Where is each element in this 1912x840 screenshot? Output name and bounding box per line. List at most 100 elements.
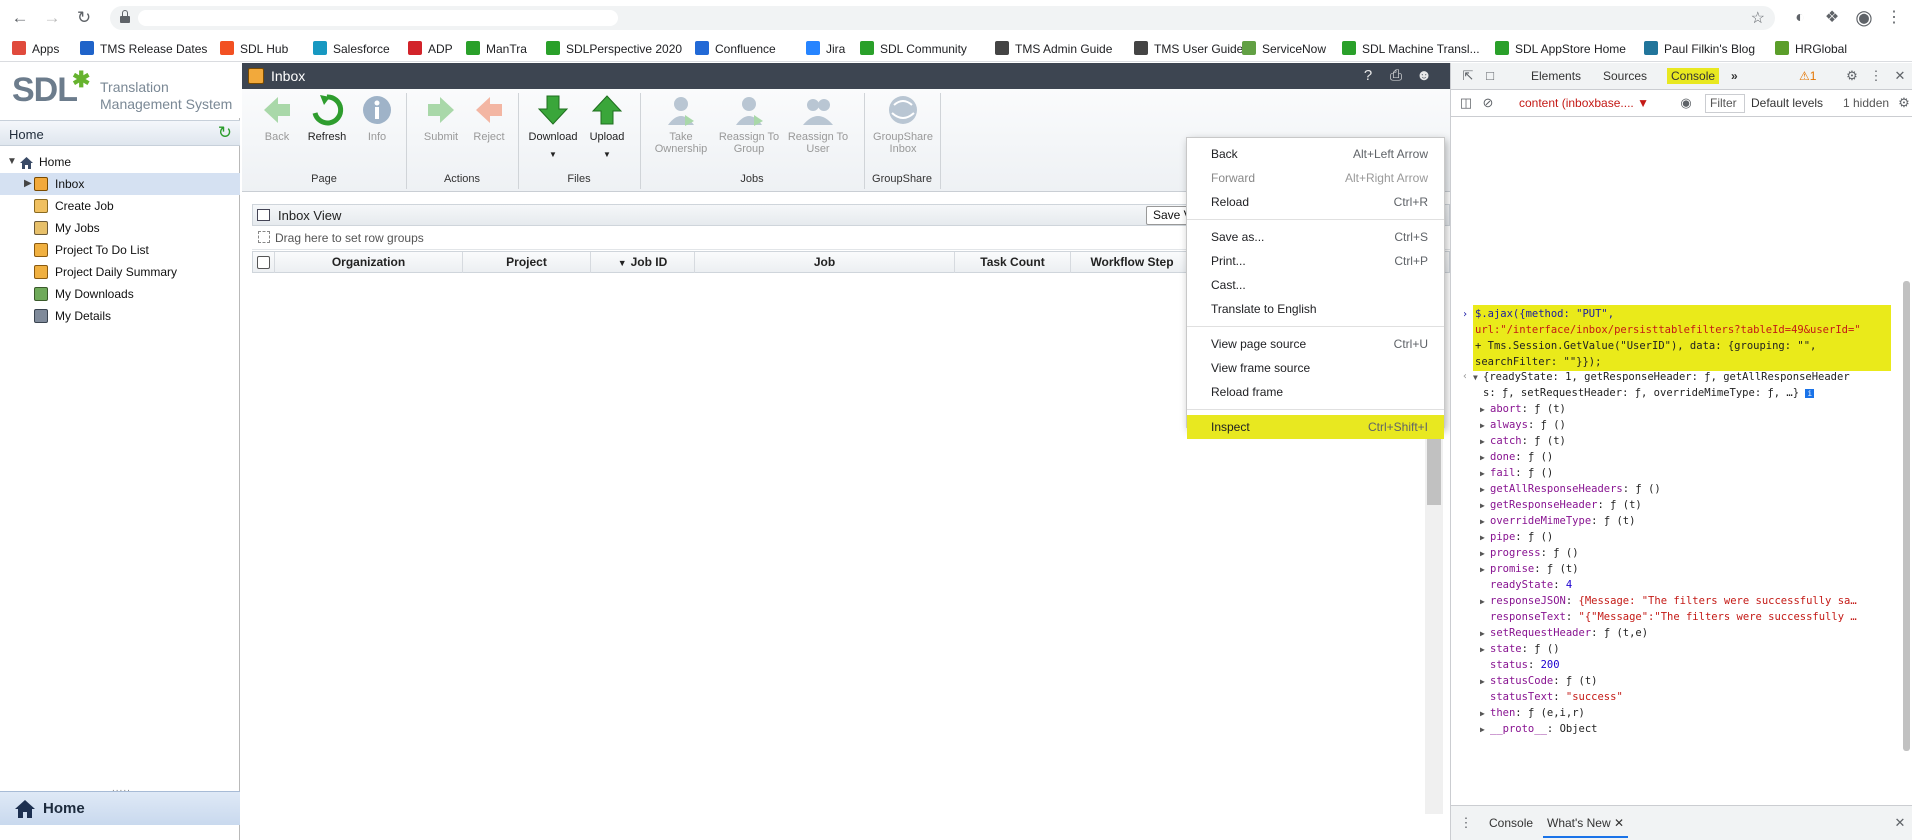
device-toolbar-icon[interactable]: □	[1481, 67, 1499, 85]
sidebar-toggle-icon[interactable]: ◫	[1457, 94, 1475, 112]
bookmark-item[interactable]: SDLPerspective 2020	[546, 40, 682, 58]
bookmark-item[interactable]: ManTra	[466, 40, 527, 58]
column-job[interactable]: Job	[695, 252, 955, 273]
bookmark-item[interactable]: TMS User Guide	[1134, 40, 1243, 58]
reassign-to-group-button[interactable]: Reassign To Group	[716, 93, 782, 163]
close-devtools-icon[interactable]: ✕	[1891, 67, 1909, 85]
menu-item-save-as[interactable]: Save as... Ctrl+S	[1187, 225, 1444, 249]
drawer-tab-whats-new[interactable]: What's New ✕	[1543, 816, 1629, 838]
bookmark-item[interactable]: TMS Admin Guide	[995, 40, 1112, 58]
console-property-row[interactable]: ▶ state: ƒ ()	[1480, 641, 1560, 658]
bookmark-item[interactable]: Jira	[806, 40, 845, 58]
console-property-row[interactable]: ▶ catch: ƒ (t)	[1480, 433, 1566, 450]
console-scrollbar[interactable]	[1901, 181, 1911, 832]
context-selector[interactable]: content (inboxbase.... ▼	[1519, 96, 1649, 110]
drawer-menu-icon[interactable]: ⋮	[1457, 814, 1475, 832]
reload-icon[interactable]: ↻	[74, 8, 94, 28]
menu-item-forward[interactable]: Forward Alt+Right Arrow	[1187, 166, 1444, 190]
column-job-id[interactable]: ▼ Job ID	[591, 252, 695, 273]
menu-item-translate[interactable]: Translate to English	[1187, 297, 1444, 321]
user-icon[interactable]: ☻	[1415, 67, 1433, 85]
console-property-row[interactable]: ▶ fail: ƒ ()	[1480, 465, 1553, 482]
address-bar[interactable]: ☆	[110, 6, 1775, 30]
help-icon[interactable]: ?	[1359, 67, 1377, 85]
reassign-to-user-button[interactable]: Reassign To User	[786, 93, 850, 163]
console-property-row[interactable]: ▶ responseJSON: {Message: "The filters we…	[1480, 593, 1857, 610]
bookmark-item[interactable]: TMS Release Dates	[80, 40, 207, 58]
bookmark-item[interactable]: ADP	[408, 40, 453, 58]
back-arrow-icon[interactable]: ←	[10, 8, 30, 28]
menu-item-inspect[interactable]: Inspect Ctrl+Shift+I	[1187, 415, 1444, 439]
tab-sources[interactable]: Sources	[1603, 69, 1647, 83]
console-property-row[interactable]: ▶ abort: ƒ (t)	[1480, 401, 1566, 418]
console-property-row[interactable]: ▶ statusCode: ƒ (t)	[1480, 673, 1597, 690]
bookmark-item[interactable]: Apps	[12, 40, 59, 58]
kebab-menu-icon[interactable]: ⋮	[1867, 67, 1885, 85]
forward-arrow-icon[interactable]: →	[42, 8, 62, 28]
bookmark-item[interactable]: ServiceNow	[1242, 40, 1326, 58]
bookmark-item[interactable]: SDL AppStore Home	[1495, 40, 1626, 58]
eye-icon[interactable]: ◉	[1677, 94, 1695, 112]
console-settings-icon[interactable]: ⚙	[1895, 94, 1912, 112]
menu-item-reload-frame[interactable]: Reload frame	[1187, 380, 1444, 404]
bookmark-item[interactable]: Paul Filkin's Blog	[1644, 40, 1755, 58]
console-filter-input[interactable]: Filter	[1705, 94, 1745, 113]
extension-icon[interactable]: ◐	[1790, 8, 1810, 28]
console-property-row[interactable]: ▶ getAllResponseHeaders: ƒ ()	[1480, 481, 1661, 498]
console-property-row[interactable]: ▶ getResponseHeader: ƒ (t)	[1480, 497, 1642, 514]
console-property-row[interactable]: ▶ progress: ƒ ()	[1480, 545, 1579, 562]
result-summary[interactable]: ▼ {readyState: 1, getResponseHeader: ƒ, g…	[1473, 369, 1850, 386]
bookmark-item[interactable]: Confluence	[695, 40, 776, 58]
tree-root-home[interactable]: ▼ Home	[0, 151, 240, 173]
tab-elements[interactable]: Elements	[1531, 69, 1581, 83]
upload-button[interactable]: Upload ▼	[578, 93, 636, 163]
console-property-row[interactable]: ▶ setRequestHeader: ƒ (t,e)	[1480, 625, 1648, 642]
menu-item-cast[interactable]: Cast...	[1187, 273, 1444, 297]
close-drawer-icon[interactable]: ✕	[1891, 814, 1909, 832]
console-property-row[interactable]: ▶ pipe: ƒ ()	[1480, 529, 1553, 546]
column-workflow-step[interactable]: Workflow Step	[1071, 252, 1193, 273]
bookmark-item[interactable]: HRGlobal	[1775, 40, 1847, 58]
column-organization[interactable]: Organization	[275, 252, 463, 273]
clear-console-icon[interactable]: ⊘	[1479, 94, 1497, 112]
groupshare-inbox-button[interactable]: GroupShare Inbox	[870, 93, 936, 163]
bookmark-item[interactable]: SDL Hub	[220, 40, 288, 58]
column-task-count[interactable]: Task Count	[955, 252, 1071, 273]
bookmark-item[interactable]: SDL Community	[860, 40, 967, 58]
take-ownership-button[interactable]: Take Ownership	[650, 93, 712, 163]
console-property-row[interactable]: ▶ then: ƒ (e,i,r)	[1480, 705, 1585, 722]
console-property-row[interactable]: ▶ promise: ƒ (t)	[1480, 561, 1579, 578]
console-property-row[interactable]: ▶ overrideMimeType: ƒ (t)	[1480, 513, 1635, 530]
info-button[interactable]: Info	[348, 93, 406, 163]
bookmark-item[interactable]: SDL Machine Transl...	[1342, 40, 1480, 58]
tab-console[interactable]: Console	[1667, 68, 1720, 84]
refresh-tree-icon[interactable]: ↻	[218, 123, 232, 143]
menu-item-print[interactable]: Print... Ctrl+P	[1187, 249, 1444, 273]
chrome-menu-icon[interactable]: ⋮	[1884, 8, 1904, 28]
profile-avatar-icon[interactable]: ◉	[1854, 8, 1874, 28]
sidebar-item-project-daily-summary[interactable]: Project Daily Summary	[0, 261, 240, 283]
log-levels-dropdown[interactable]: Default levels	[1751, 96, 1823, 110]
bookmark-item[interactable]: Salesforce	[313, 40, 390, 58]
inspect-element-icon[interactable]: ⇱	[1459, 67, 1477, 85]
console-property-row[interactable]: ▶ __proto__: Object	[1480, 721, 1598, 738]
console-property-row[interactable]: ▶ always: ƒ ()	[1480, 417, 1566, 434]
sidebar-item-my-jobs[interactable]: My Jobs	[0, 217, 240, 239]
column-project[interactable]: Project	[463, 252, 591, 273]
download-button[interactable]: Download ▼	[524, 93, 582, 163]
sidebar-item-my-details[interactable]: My Details	[0, 305, 240, 327]
puzzle-icon[interactable]: ❖	[1822, 8, 1842, 28]
menu-item-view-frame-source[interactable]: View frame source	[1187, 356, 1444, 380]
drawer-tab-console[interactable]: Console	[1489, 816, 1533, 830]
print-icon[interactable]: ⎙	[1387, 67, 1405, 85]
sidebar-item-create-job[interactable]: Create Job	[0, 195, 240, 217]
menu-item-reload[interactable]: Reload Ctrl+R	[1187, 190, 1444, 214]
select-all-checkbox[interactable]	[257, 256, 270, 269]
more-tabs-icon[interactable]: »	[1731, 69, 1738, 83]
menu-item-back[interactable]: Back Alt+Left Arrow	[1187, 142, 1444, 166]
warning-badge[interactable]: ⚠1	[1799, 69, 1816, 83]
menu-item-view-page-source[interactable]: View page source Ctrl+U	[1187, 332, 1444, 356]
sidebar-home-button[interactable]: Home	[0, 791, 240, 825]
bookmark-star-icon[interactable]: ☆	[1751, 8, 1765, 28]
sidebar-item-my-downloads[interactable]: My Downloads	[0, 283, 240, 305]
